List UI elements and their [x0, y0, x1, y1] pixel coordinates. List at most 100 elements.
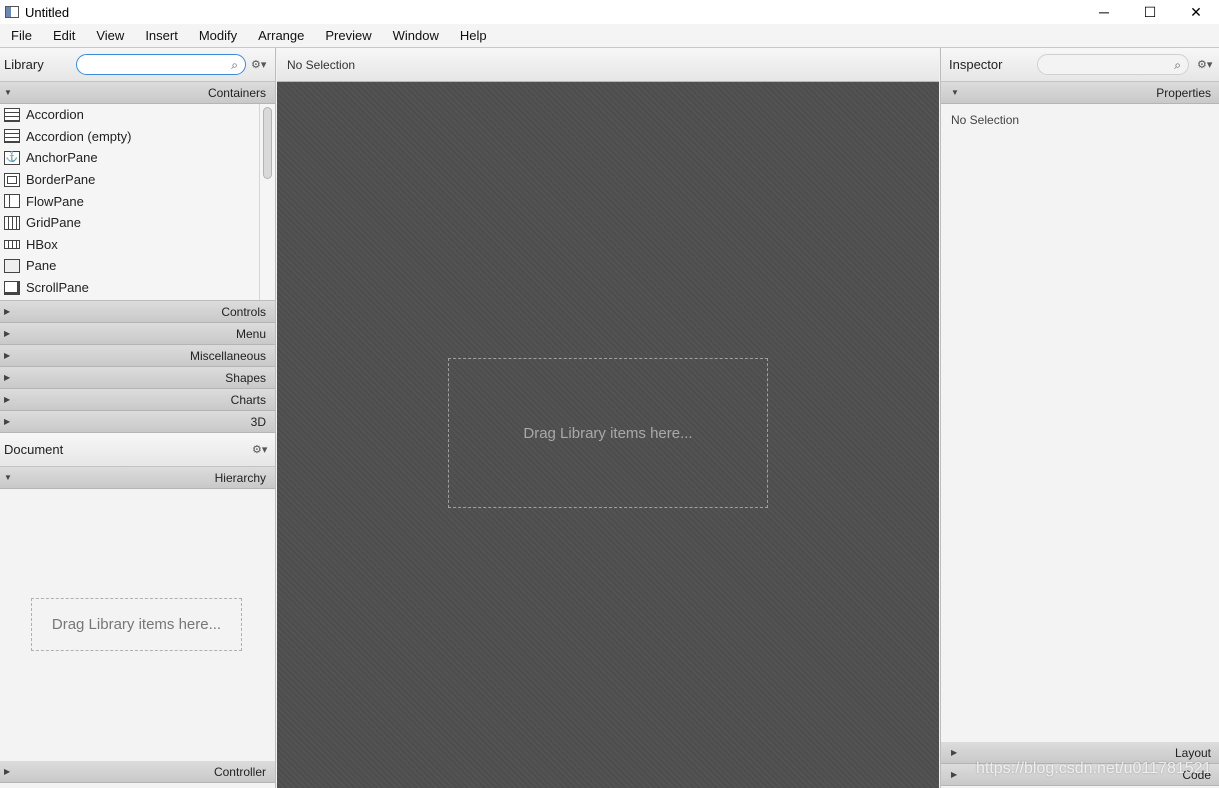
search-icon[interactable]: ⌕	[231, 58, 238, 73]
title-bar: Untitled ─ ☐ ✕	[0, 0, 1219, 24]
section-controls[interactable]: ▶ Controls	[0, 301, 275, 323]
hierarchy-drop-zone[interactable]: Drag Library items here...	[31, 598, 242, 651]
triangle-right-icon: ▶	[951, 770, 958, 779]
section-controller[interactable]: ▶ Controller	[0, 761, 275, 783]
section-hierarchy[interactable]: ▼ Hierarchy	[0, 467, 275, 489]
border-pane-icon	[4, 172, 20, 187]
list-item[interactable]: ScrollPane	[0, 277, 275, 299]
menu-window[interactable]: Window	[382, 28, 449, 43]
library-title: Library	[4, 57, 44, 72]
design-canvas[interactable]: Drag Library items here...	[277, 82, 939, 788]
list-item[interactable]: ⚓ AnchorPane	[0, 147, 275, 169]
inspector-panel: Inspector ⌕ ⚙▾ ▼ Properties No Selection…	[940, 48, 1219, 788]
menu-view[interactable]: View	[85, 28, 134, 43]
section-properties[interactable]: ▼ Properties	[941, 82, 1219, 104]
section-label: Controls	[221, 304, 266, 319]
list-item-label: FlowPane	[26, 193, 84, 209]
section-label: Containers	[207, 85, 266, 100]
content-area: No Selection Drag Library items here...	[277, 48, 939, 788]
scrollbar-thumb[interactable]	[263, 107, 272, 179]
close-button[interactable]: ✕	[1173, 0, 1219, 24]
list-item[interactable]: HBox	[0, 234, 275, 256]
list-item-label: Pane	[26, 258, 57, 274]
selection-bar: No Selection	[277, 48, 939, 82]
menu-preview[interactable]: Preview	[314, 28, 381, 43]
inspector-header: Inspector ⌕ ⚙▾	[941, 48, 1219, 82]
inspector-selection-status: No Selection	[951, 113, 1020, 127]
triangle-right-icon: ▶	[4, 395, 11, 404]
list-item-label: GridPane	[26, 215, 81, 231]
watermark: https://blog.csdn.net/u011781521	[976, 760, 1212, 777]
properties-body: No Selection	[941, 104, 1219, 742]
search-icon[interactable]: ⌕	[1174, 58, 1181, 73]
list-item-label: ScrollPane	[26, 280, 89, 296]
accordion-icon	[4, 129, 20, 144]
triangle-right-icon: ▶	[4, 329, 11, 338]
section-label: Hierarchy	[214, 470, 266, 485]
library-header: Library ⌕ ⚙▾	[0, 48, 275, 82]
menu-insert[interactable]: Insert	[134, 28, 188, 43]
section-label: Shapes	[225, 370, 266, 385]
gear-icon[interactable]: ⚙▾	[1197, 58, 1212, 71]
list-item[interactable]: Pane	[0, 255, 275, 277]
canvas-drop-zone[interactable]: Drag Library items here...	[448, 358, 768, 508]
minimize-button[interactable]: ─	[1081, 0, 1127, 24]
inspector-title: Inspector	[949, 57, 1003, 72]
section-label: Menu	[235, 326, 266, 341]
list-item[interactable]: FlowPane	[0, 190, 275, 212]
list-item[interactable]: BorderPane	[0, 169, 275, 191]
list-item[interactable]: Accordion	[0, 104, 275, 126]
list-item[interactable]: GridPane	[0, 212, 275, 234]
triangle-down-icon: ▼	[951, 88, 959, 97]
library-list: Accordion Accordion (empty) ⚓ AnchorPane…	[0, 104, 275, 301]
scroll-pane-icon	[4, 280, 20, 295]
triangle-right-icon: ▶	[4, 417, 11, 426]
list-item-label: AnchorPane	[26, 150, 98, 166]
list-item-label: Accordion	[26, 107, 84, 123]
triangle-right-icon: ▶	[4, 351, 11, 360]
section-containers[interactable]: ▼ Containers	[0, 82, 275, 104]
window-controls: ─ ☐ ✕	[1081, 0, 1219, 24]
document-title: Document	[4, 442, 64, 457]
section-3d[interactable]: ▶ 3D	[0, 411, 275, 433]
triangle-down-icon: ▼	[4, 88, 12, 97]
grid-pane-icon	[4, 215, 20, 230]
menu-arrange[interactable]: Arrange	[247, 28, 314, 43]
section-label: Miscellaneous	[189, 348, 266, 363]
list-item-label: Accordion (empty)	[26, 128, 132, 144]
maximize-button[interactable]: ☐	[1127, 0, 1173, 24]
library-search-input[interactable]	[85, 55, 225, 74]
document-header: Document ⚙▾	[0, 433, 275, 467]
triangle-right-icon: ▶	[4, 373, 11, 382]
triangle-down-icon: ▼	[4, 473, 12, 482]
pane-icon	[4, 258, 20, 273]
menu-edit[interactable]: Edit	[42, 28, 85, 43]
hbox-icon	[4, 239, 20, 249]
triangle-right-icon: ▶	[951, 748, 958, 757]
section-miscellaneous[interactable]: ▶ Miscellaneous	[0, 345, 275, 367]
gear-icon[interactable]: ⚙▾	[251, 58, 266, 71]
section-shapes[interactable]: ▶ Shapes	[0, 367, 275, 389]
section-label: Layout	[1174, 745, 1211, 760]
library-search: ⌕	[76, 54, 246, 75]
gear-icon[interactable]: ⚙▾	[252, 443, 267, 456]
section-charts[interactable]: ▶ Charts	[0, 389, 275, 411]
anchor-icon: ⚓	[4, 150, 20, 165]
triangle-right-icon: ▶	[4, 767, 11, 776]
section-menu[interactable]: ▶ Menu	[0, 323, 275, 345]
selection-status: No Selection	[287, 57, 356, 72]
flow-pane-icon	[4, 194, 20, 209]
section-label: Properties	[1156, 85, 1211, 100]
triangle-right-icon: ▶	[4, 307, 11, 316]
menu-help[interactable]: Help	[449, 28, 497, 43]
menu-file[interactable]: File	[0, 28, 42, 43]
list-item-label: BorderPane	[26, 172, 96, 188]
menu-modify[interactable]: Modify	[188, 28, 247, 43]
inspector-search-input[interactable]	[1046, 55, 1166, 74]
list-item-label: HBox	[26, 236, 58, 252]
section-label: Controller	[213, 764, 266, 779]
list-item[interactable]: Accordion (empty)	[0, 126, 275, 148]
section-label: Charts	[230, 392, 266, 407]
library-scrollbar[interactable]	[259, 104, 275, 300]
accordion-icon	[4, 107, 20, 122]
